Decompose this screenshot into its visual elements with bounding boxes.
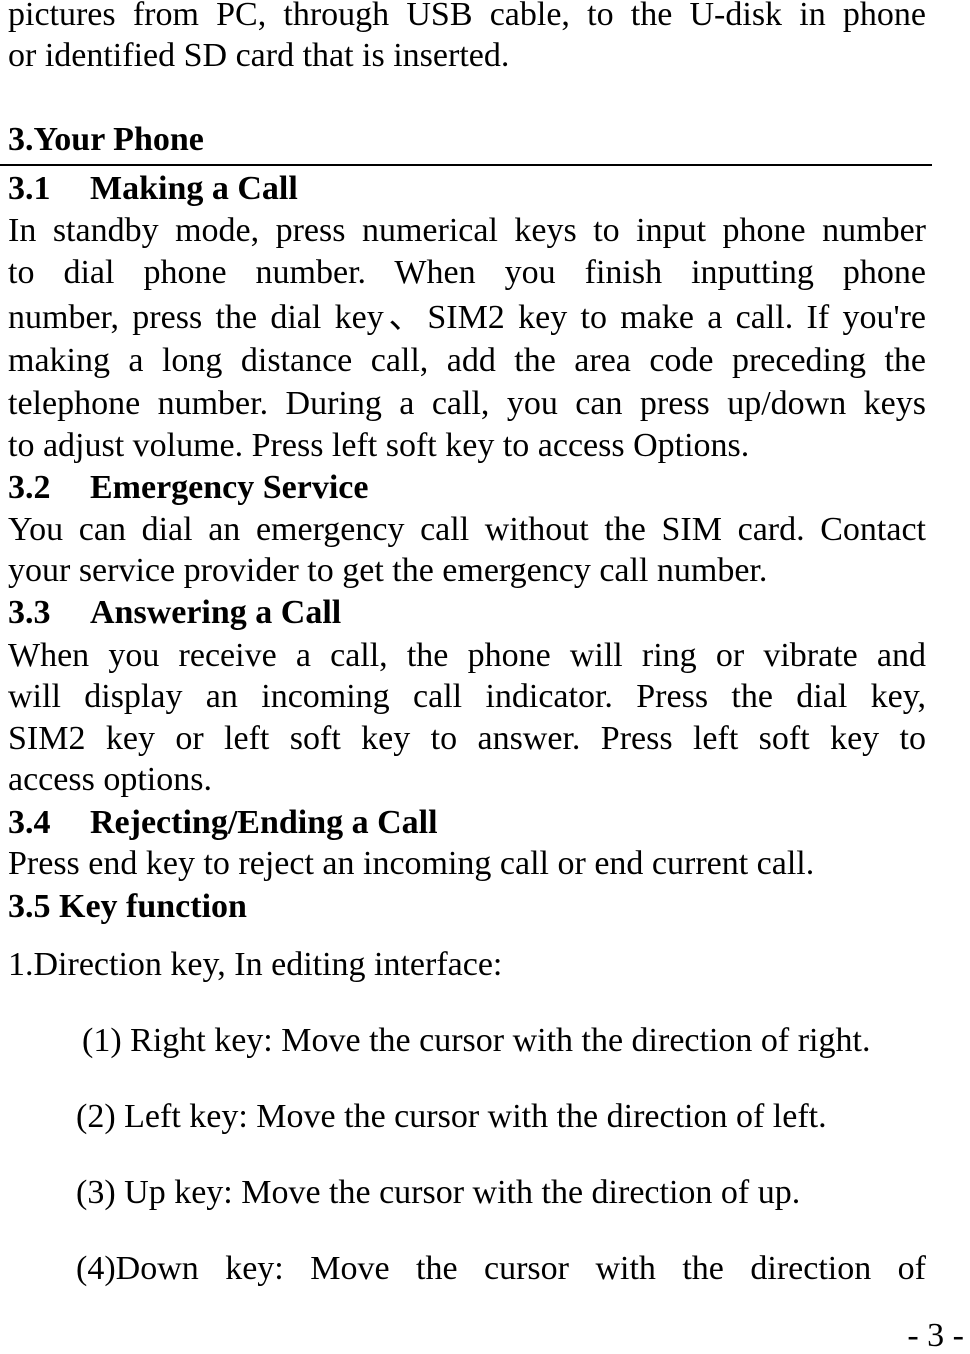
paragraph-line: access options. <box>8 761 212 798</box>
paragraph-line: number, press the dial key、SIM2 key to m… <box>8 299 926 336</box>
page-number: - 3 - <box>907 1317 964 1354</box>
intro-line: pictures from PC, through USB cable, to … <box>8 0 926 33</box>
paragraph-line: In standby mode, press numerical keys to… <box>8 212 926 249</box>
section-number: 3.2 <box>8 469 51 506</box>
paragraph-line: making a long distance call, add the are… <box>8 342 926 379</box>
paragraph-line: your service provider to get the emergen… <box>8 552 768 589</box>
section-heading: 3.3 Answering a Call <box>8 592 926 634</box>
chapter-title: 3.Your Phone <box>8 121 204 158</box>
paragraph-line: You can dial an emergency call without t… <box>8 511 926 548</box>
section-number: 3.4 <box>8 804 51 841</box>
key-function-intro: 1.Direction key, In editing interface: <box>8 946 503 983</box>
key-function-item: (1) Right key: Move the cursor with the … <box>82 1022 871 1059</box>
chapter-divider <box>0 164 932 166</box>
key-function-item: (4)Down key: Move the cursor with the di… <box>76 1250 926 1287</box>
key-function-item: (3) Up key: Move the cursor with the dir… <box>76 1174 801 1211</box>
intro-line: or identified SD card that is inserted. <box>8 37 510 74</box>
section-heading: 3.1 Making a Call <box>8 168 926 210</box>
key-function-item: (2) Left key: Move the cursor with the d… <box>76 1098 827 1135</box>
section-title: Emergency Service <box>90 469 369 506</box>
paragraph-line: will display an incoming call indicator.… <box>8 678 926 715</box>
section-title: Making a Call <box>90 170 298 207</box>
section-heading: 3.5 Key function <box>8 888 247 925</box>
section-title: Rejecting/Ending a Call <box>90 804 438 841</box>
section-title: Answering a Call <box>90 594 342 631</box>
section-heading: 3.4 Rejecting/Ending a Call <box>8 802 926 844</box>
paragraph-line: When you receive a call, the phone will … <box>8 637 926 674</box>
paragraph-line: to adjust volume. Press left soft key to… <box>8 427 750 464</box>
paragraph-line: to dial phone number. When you finish in… <box>8 254 926 291</box>
paragraph-line: Press end key to reject an incoming call… <box>8 845 815 882</box>
section-number: 3.3 <box>8 594 51 631</box>
section-heading: 3.2 Emergency Service <box>8 467 926 509</box>
paragraph-line: telephone number. During a call, you can… <box>8 385 926 422</box>
section-number: 3.1 <box>8 170 51 207</box>
paragraph-line: SIM2 key or left soft key to answer. Pre… <box>8 720 926 757</box>
